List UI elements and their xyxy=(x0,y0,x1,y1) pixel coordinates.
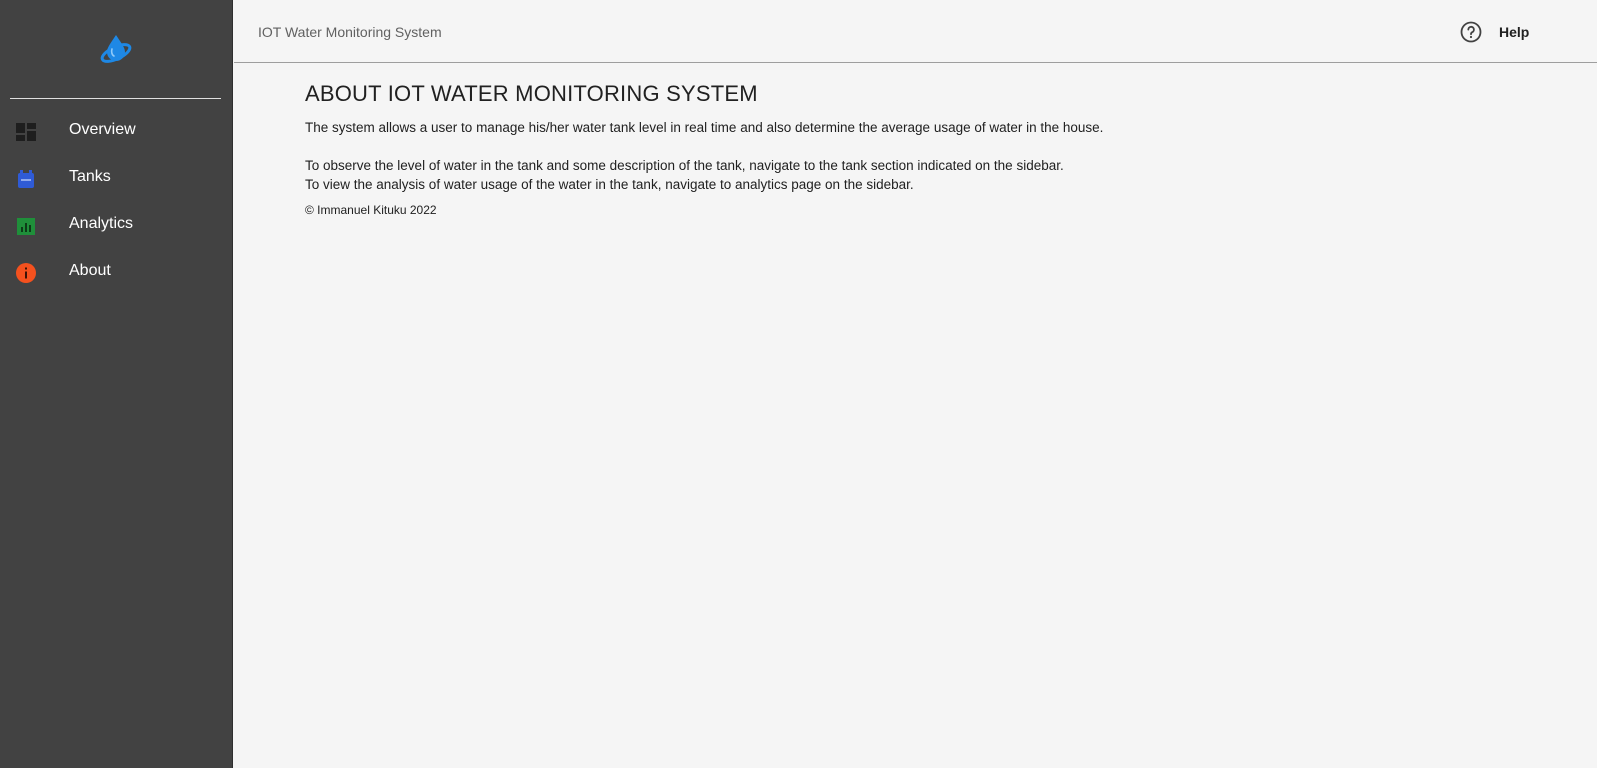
app-title: IOT Water Monitoring System xyxy=(258,24,442,40)
info-icon xyxy=(15,262,37,284)
page-title: ABOUT IOT WATER MONITORING SYSTEM xyxy=(305,81,758,106)
analytics-icon xyxy=(15,215,37,237)
sidebar-item-overview[interactable]: Overview xyxy=(0,107,233,154)
sidebar: Overview Tanks Analytics About xyxy=(0,0,233,768)
tank-icon xyxy=(15,168,37,190)
water-drop-logo-icon[interactable] xyxy=(98,31,134,67)
help-label: Help xyxy=(1499,24,1530,40)
sidebar-item-label: Overview xyxy=(69,121,136,138)
help-button[interactable]: Help xyxy=(1459,20,1559,44)
sidebar-item-analytics[interactable]: Analytics xyxy=(0,201,233,248)
sidebar-item-label: Analytics xyxy=(69,215,134,232)
top-bar: IOT Water Monitoring System Help xyxy=(234,0,1597,63)
sidebar-nav: Overview Tanks Analytics About xyxy=(0,107,233,295)
analytics-instructions-paragraph: To view the analysis of water usage of t… xyxy=(305,177,914,192)
sidebar-item-label: Tanks xyxy=(69,168,111,185)
about-content: ABOUT IOT WATER MONITORING SYSTEM The sy… xyxy=(305,80,1505,218)
help-circle-icon xyxy=(1459,20,1483,44)
copyright-text: © Immanuel Kituku 2022 xyxy=(305,203,437,217)
sidebar-item-about[interactable]: About xyxy=(0,248,233,295)
dashboard-icon xyxy=(15,121,37,143)
description-paragraph: The system allows a user to manage his/h… xyxy=(305,120,1104,135)
sidebar-item-tanks[interactable]: Tanks xyxy=(0,154,233,201)
sidebar-item-label: About xyxy=(69,262,111,279)
sidebar-divider xyxy=(10,98,221,99)
app-root: Overview Tanks Analytics About IOT Water… xyxy=(0,0,1597,768)
tank-instructions-paragraph: To observe the level of water in the tan… xyxy=(305,158,1064,173)
